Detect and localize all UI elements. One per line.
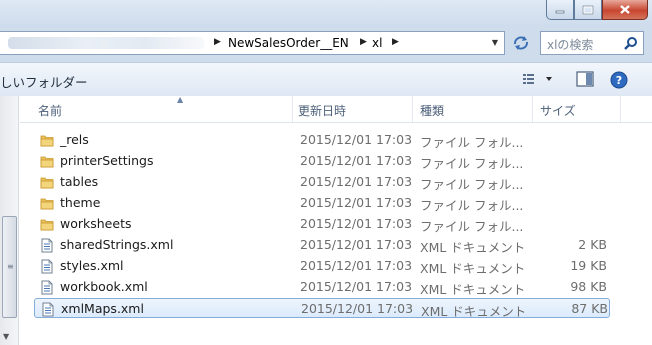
- toolbar: しいフォルダー ?: [0, 62, 652, 98]
- scroll-down-icon[interactable]: ▼: [3, 332, 9, 341]
- address-bar[interactable]: ▶ NewSalesOrder__EN ▶ xl ▶ ▼: [0, 31, 505, 55]
- file-size: 98 KB: [570, 279, 607, 294]
- column-type[interactable]: 種類: [420, 102, 444, 119]
- file-type: XML ドキュメント: [420, 240, 526, 255]
- file-row[interactable]: theme 2015/12/01 17:03 ファイル フォル...: [34, 193, 610, 213]
- scrollbar-thumb[interactable]: ≡: [2, 216, 17, 318]
- file-date: 2015/12/01 17:03: [300, 132, 413, 147]
- file-name: worksheets: [60, 216, 132, 231]
- folder-icon: [40, 217, 54, 234]
- new-folder-button[interactable]: しいフォルダー: [0, 72, 88, 91]
- maximize-icon: [582, 5, 594, 14]
- file-list: ▲ 名前 更新日時 種類 サイズ _rels 2015/12/01 17:03 ファ…: [0, 95, 652, 345]
- xml-file-icon: [40, 238, 54, 256]
- refresh-icon: [514, 36, 528, 50]
- column-header: ▲ 名前 更新日時 種類 サイズ: [20, 95, 652, 123]
- file-date: 2015/12/01 17:03: [301, 301, 414, 316]
- column-date[interactable]: 更新日時: [298, 102, 346, 119]
- breadcrumb-xl[interactable]: xl: [372, 36, 382, 50]
- close-button[interactable]: [602, 0, 648, 20]
- column-divider[interactable]: [412, 96, 413, 122]
- file-date: 2015/12/01 17:03: [300, 258, 413, 273]
- search-icon[interactable]: [624, 36, 638, 50]
- search-placeholder: xlの検索: [547, 38, 594, 52]
- column-divider[interactable]: [620, 96, 621, 122]
- file-date: 2015/12/01 17:03: [300, 174, 413, 189]
- vertical-scrollbar[interactable]: ≡ ▼: [0, 96, 19, 345]
- file-type: ファイル フォル...: [420, 177, 524, 192]
- file-row[interactable]: printerSettings 2015/12/01 17:03 ファイル フォル.…: [34, 151, 610, 171]
- refresh-button[interactable]: [510, 33, 532, 53]
- file-size: 2 KB: [578, 237, 607, 252]
- folder-icon: [40, 196, 54, 213]
- help-button[interactable]: ?: [610, 71, 628, 92]
- help-icon: ?: [610, 71, 628, 89]
- file-type: XML ドキュメント: [421, 304, 527, 319]
- column-name[interactable]: 名前: [38, 102, 62, 119]
- address-dropdown-icon[interactable]: ▼: [492, 38, 498, 47]
- file-date: 2015/12/01 17:03: [300, 195, 413, 210]
- breadcrumb-separator: ▶: [214, 37, 221, 47]
- file-row[interactable]: worksheets 2015/12/01 17:03 ファイル フォル...: [34, 214, 610, 234]
- file-date: 2015/12/01 17:03: [300, 153, 413, 168]
- maximize-button[interactable]: [574, 0, 602, 20]
- file-name: printerSettings: [60, 153, 154, 168]
- file-name: theme: [60, 195, 101, 210]
- xml-file-icon: [40, 259, 54, 277]
- xml-file-icon: [41, 302, 55, 320]
- view-options-button[interactable]: [522, 71, 556, 90]
- file-name: tables: [60, 174, 99, 189]
- view-list-icon: [523, 74, 552, 84]
- column-size[interactable]: サイズ: [540, 102, 576, 119]
- file-type: ファイル フォル...: [420, 135, 524, 150]
- file-row[interactable]: tables 2015/12/01 17:03 ファイル フォル...: [34, 172, 610, 192]
- preview-pane-button[interactable]: [576, 71, 594, 91]
- file-size: 87 KB: [571, 301, 608, 316]
- file-row[interactable]: sharedStrings.xml 2015/12/01 17:03 XML ドキュ…: [34, 235, 610, 255]
- file-date: 2015/12/01 17:03: [300, 216, 413, 231]
- file-row[interactable]: styles.xml 2015/12/01 17:03 XML ドキュメント 19 K…: [34, 256, 610, 276]
- file-type: XML ドキュメント: [420, 261, 526, 276]
- breadcrumb-separator: ▶: [360, 37, 367, 47]
- minimize-icon: [555, 10, 565, 13]
- file-date: 2015/12/01 17:03: [300, 237, 413, 252]
- file-date: 2015/12/01 17:03: [300, 279, 413, 294]
- file-name: workbook.xml: [60, 279, 148, 294]
- column-divider[interactable]: [532, 96, 533, 122]
- file-row[interactable]: xmlMaps.xml 2015/12/01 17:03 XML ドキュメント 87 …: [34, 298, 610, 320]
- folder-icon: [40, 154, 54, 171]
- breadcrumb-newsalesorder[interactable]: NewSalesOrder__EN: [228, 36, 349, 50]
- file-type: XML ドキュメント: [420, 282, 526, 297]
- file-type: ファイル フォル...: [420, 219, 524, 234]
- preview-pane-icon: [576, 71, 594, 87]
- folder-icon: [40, 133, 54, 150]
- column-divider[interactable]: [292, 96, 293, 122]
- file-name: xmlMaps.xml: [61, 301, 144, 316]
- window-controls: [546, 0, 648, 20]
- redacted-path: [8, 37, 204, 49]
- close-icon: [620, 5, 630, 14]
- file-type: ファイル フォル...: [420, 198, 524, 213]
- svg-text:?: ?: [616, 74, 622, 87]
- minimize-button[interactable]: [546, 0, 574, 20]
- grip-icon: ≡: [7, 262, 14, 271]
- file-name: styles.xml: [60, 258, 124, 273]
- file-size: 19 KB: [570, 258, 607, 273]
- sort-ascending-icon: ▲: [177, 95, 184, 104]
- title-bar: [0, 0, 652, 28]
- file-row[interactable]: _rels 2015/12/01 17:03 ファイル フォル...: [34, 130, 610, 150]
- file-row[interactable]: workbook.xml 2015/12/01 17:03 XML ドキュメント 98…: [34, 277, 610, 297]
- breadcrumb-separator: ▶: [392, 37, 399, 47]
- folder-icon: [40, 175, 54, 192]
- xml-file-icon: [40, 280, 54, 298]
- file-name: _rels: [60, 132, 89, 147]
- search-input[interactable]: xlの検索: [540, 31, 644, 55]
- file-type: ファイル フォル...: [420, 156, 524, 171]
- file-name: sharedStrings.xml: [60, 237, 174, 252]
